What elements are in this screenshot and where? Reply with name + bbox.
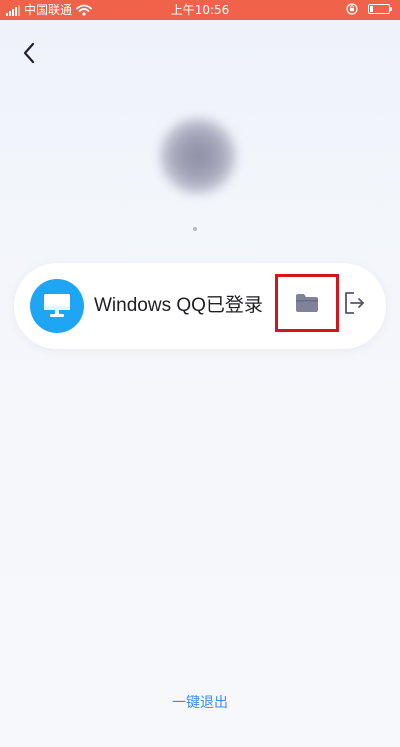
battery-level [370, 6, 373, 12]
logged-in-device-card: Windows QQ已登录 [14, 263, 386, 349]
status-right [346, 3, 392, 15]
back-button[interactable] [14, 38, 44, 68]
file-transfer-button[interactable] [275, 274, 339, 332]
avatar [160, 118, 236, 194]
battery-icon [368, 4, 392, 14]
desktop-monitor-icon [44, 294, 70, 317]
nickname [193, 227, 197, 231]
computer-avatar [30, 279, 84, 333]
exit-icon [345, 292, 364, 314]
lock-rotate-icon [346, 3, 358, 15]
device-status-label: Windows QQ已登录 [94, 295, 263, 316]
folder-icon [296, 294, 318, 312]
quick-logout-link[interactable]: 一键退出 [0, 694, 400, 712]
status-bar: 中国联通 上午10:56 [0, 0, 400, 20]
logout-device-button[interactable] [340, 289, 368, 317]
status-time: 上午10:56 [170, 3, 230, 17]
chevron-left-icon [23, 42, 35, 64]
